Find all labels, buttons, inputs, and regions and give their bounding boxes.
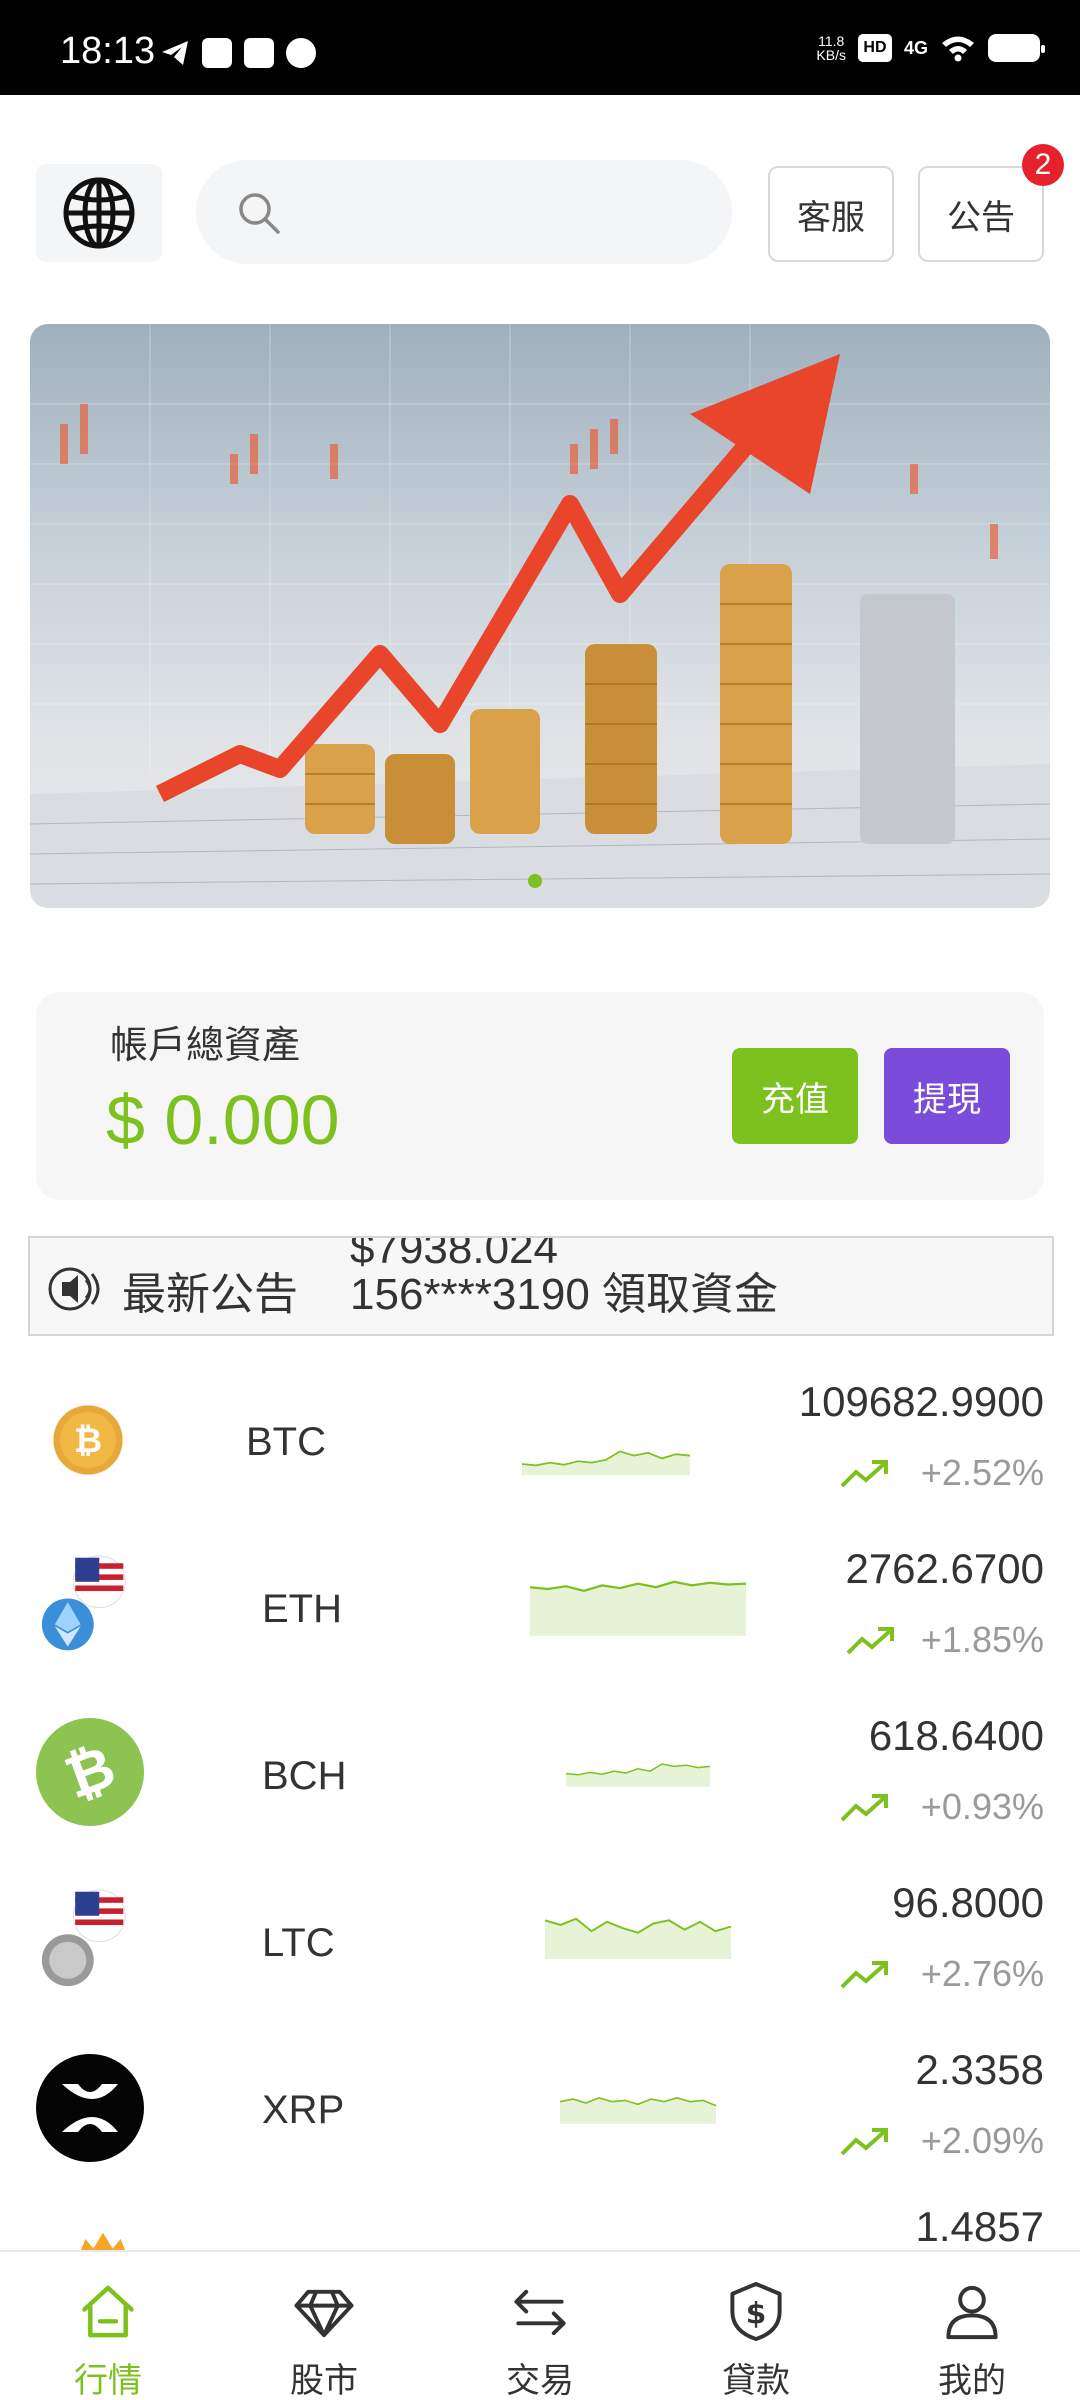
top-header: 客服 公告 2 xyxy=(0,144,1080,266)
market-row-partial[interactable]: 1.4857 xyxy=(0,2195,1080,2250)
total-assets-value: $ 0.000 xyxy=(106,1081,340,1159)
language-button[interactable] xyxy=(36,164,162,262)
market-row-eth[interactable]: ETH 2762.6700 +1.85% xyxy=(0,1527,1080,1694)
market-row-btc[interactable]: ₿ BTC 109682.9900 +2.52% xyxy=(0,1360,1080,1527)
coin-change: +2.09% xyxy=(920,2120,1044,2161)
network-type: 4G xyxy=(903,37,928,58)
coin-price: 2.3358 xyxy=(915,2046,1044,2093)
telegram-icon xyxy=(162,41,188,65)
deposit-button[interactable]: 充值 xyxy=(732,1048,858,1144)
network-speed-value: 11.8 xyxy=(818,33,845,49)
coin-price: 2762.6700 xyxy=(845,1545,1044,1592)
notice-button-label: 公告 xyxy=(947,198,1015,237)
battery-icon xyxy=(988,34,1045,62)
coin-symbol: LTC xyxy=(262,1921,335,1965)
inbox-icon xyxy=(244,38,274,68)
system-icons: 11.8 KB/s HD 4G xyxy=(816,34,1045,62)
market-row-bch[interactable]: ₿ BCH 618.6400 +0.93% xyxy=(0,1694,1080,1861)
trend-up-icon xyxy=(840,1794,888,1822)
nav-item-profile[interactable]: 我的 xyxy=(864,2252,1080,2400)
customer-service-button[interactable]: 客服 xyxy=(768,166,894,262)
diamond-icon xyxy=(294,2289,354,2338)
search-input[interactable] xyxy=(296,160,716,264)
bitcoin-icon: ₿ xyxy=(53,1405,123,1475)
carousel-dot-active[interactable] xyxy=(528,874,542,888)
xrp-icon xyxy=(36,2054,144,2162)
account-assets-card: 帳戶總資產 $ 0.000 充值 提現 xyxy=(36,992,1044,1200)
home-icon xyxy=(82,2285,134,2338)
search-bar[interactable] xyxy=(196,160,732,264)
ltc-usd-icon xyxy=(41,1889,126,1987)
compass-icon xyxy=(286,38,316,68)
trend-up-icon xyxy=(840,1460,888,1488)
coin-price: 618.6400 xyxy=(868,1712,1044,1759)
notice-badge: 2 xyxy=(1022,144,1064,186)
eth-usd-icon xyxy=(41,1555,126,1651)
nav-label: 我的 xyxy=(938,2361,1006,2400)
globe-icon xyxy=(63,177,135,249)
status-bar: 18:13 11.8 KB/s HD 4G xyxy=(0,0,1080,95)
nav-label: 股市 xyxy=(290,2361,358,2400)
user-icon xyxy=(946,2285,998,2340)
sparkline-chart xyxy=(559,2096,717,2124)
nav-item-loan[interactable]: $ 貸款 xyxy=(648,2252,864,2400)
withdraw-button[interactable]: 提現 xyxy=(884,1048,1010,1144)
coin-symbol: BCH xyxy=(262,1754,347,1798)
search-icon xyxy=(239,193,280,234)
nav-label: 行情 xyxy=(74,2361,142,2400)
coin-price: 96.8000 xyxy=(892,1879,1044,1926)
status-time: 18:13 xyxy=(60,30,156,72)
nav-label: 交易 xyxy=(506,2361,574,2400)
bottom-navigation: 行情 股市 交易 $ 貸款 我的 xyxy=(0,2250,1080,2400)
coin-symbol: BTC xyxy=(246,1420,326,1464)
coin-icon-partial xyxy=(81,2232,125,2250)
nav-item-stocks[interactable]: 股市 xyxy=(216,2252,432,2400)
sparkline-chart xyxy=(529,1580,747,1636)
banner-image xyxy=(30,324,1050,908)
announcement-bar[interactable]: 最新公告 $7938.024 156****3190 領取資金 xyxy=(28,1236,1054,1336)
swap-icon xyxy=(514,2289,566,2336)
mail-icon xyxy=(202,38,232,68)
dollar-shield-icon: $ xyxy=(730,2281,782,2342)
promo-banner[interactable] xyxy=(30,324,1050,908)
coin-symbol: XRP xyxy=(262,2088,345,2132)
announcement-label: 最新公告 xyxy=(122,1269,298,1320)
trend-up-icon xyxy=(840,1961,888,1989)
notification-icons xyxy=(160,38,316,68)
trend-up-icon xyxy=(846,1627,894,1655)
market-row-ltc[interactable]: LTC 96.8000 +2.76% xyxy=(0,1861,1080,2028)
hd-icon: HD xyxy=(857,34,892,62)
total-assets-label: 帳戶總資產 xyxy=(110,1023,301,1067)
nav-item-trade[interactable]: 交易 xyxy=(432,2252,648,2400)
sparkline-chart xyxy=(565,1763,711,1787)
network-speed: 11.8 KB/s xyxy=(816,34,846,62)
svg-text:$: $ xyxy=(746,2296,767,2330)
nav-label: 貸款 xyxy=(722,2361,790,2400)
announcement-text: 156****3190 領取資金 xyxy=(350,1270,779,1319)
speaker-icon xyxy=(48,1267,100,1311)
network-speed-unit: KB/s xyxy=(816,47,846,63)
wifi-icon xyxy=(942,36,974,62)
coin-price: 109682.9900 xyxy=(798,1378,1044,1425)
coin-change: +2.52% xyxy=(920,1452,1044,1493)
coin-symbol: ETH xyxy=(262,1587,342,1631)
notice-button[interactable]: 公告 2 xyxy=(918,144,1064,262)
coin-change: +2.76% xyxy=(920,1953,1044,1994)
sparkline-chart xyxy=(544,1917,732,1960)
sparkline-chart xyxy=(521,1450,691,1476)
svg-text:₿: ₿ xyxy=(74,1421,102,1461)
coin-change: +0.93% xyxy=(920,1786,1044,1827)
market-row-xrp[interactable]: XRP 2.3358 +2.09% xyxy=(0,2028,1080,2195)
coin-change: +1.85% xyxy=(920,1619,1044,1660)
bitcoin-cash-icon: ₿ xyxy=(36,1718,144,1826)
nav-item-market[interactable]: 行情 xyxy=(0,2252,216,2400)
coin-price: 1.4857 xyxy=(915,2203,1044,2250)
trend-up-icon xyxy=(840,2128,888,2156)
